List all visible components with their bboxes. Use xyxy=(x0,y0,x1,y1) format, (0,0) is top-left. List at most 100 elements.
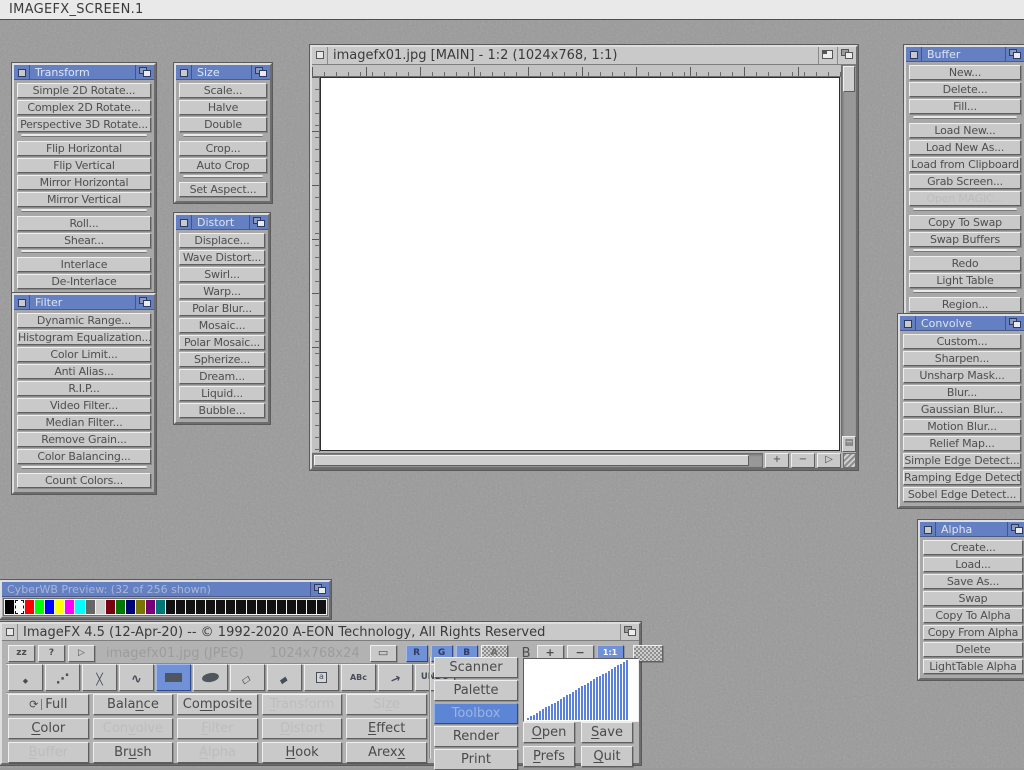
copy-to-alpha-button[interactable]: Copy To Alpha xyxy=(923,608,1023,623)
color-swatch-24[interactable] xyxy=(247,600,256,614)
composite-button[interactable]: Composite xyxy=(177,694,258,715)
perspective-3d-rotate-button[interactable]: Perspective 3D Rotate... xyxy=(17,117,151,132)
ellipse-tool[interactable] xyxy=(193,664,228,691)
r-i-p-button[interactable]: R.I.P... xyxy=(17,381,151,396)
shear-button[interactable]: Shear... xyxy=(17,233,151,248)
anti-alias-button[interactable]: Anti Alias... xyxy=(17,364,151,379)
palette-button[interactable]: Palette xyxy=(434,680,518,701)
region-button[interactable]: Region... xyxy=(909,297,1021,312)
dynamic-range-button[interactable]: Dynamic Range... xyxy=(17,313,151,328)
color-swatch-4[interactable] xyxy=(45,600,54,614)
alpha-panel-titlebar[interactable]: Alpha xyxy=(920,522,1024,537)
filter-panel-titlebar[interactable]: Filter xyxy=(14,295,154,310)
depth-icon[interactable] xyxy=(249,215,268,229)
zoom-gadget-icon[interactable] xyxy=(818,47,837,64)
fill-button[interactable]: Fill... xyxy=(909,99,1021,114)
mirror-vertical-button[interactable]: Mirror Vertical xyxy=(17,192,151,207)
color-swatch-22[interactable] xyxy=(226,600,235,614)
play-button[interactable]: ▷ xyxy=(817,453,841,468)
interlace-button[interactable]: Interlace xyxy=(17,257,151,272)
sleep-button[interactable]: zz xyxy=(8,645,35,662)
relief-map-button[interactable]: Relief Map... xyxy=(903,436,1021,451)
fill-tool[interactable] xyxy=(304,664,339,691)
box-tool[interactable] xyxy=(156,664,191,691)
open-button[interactable]: Open xyxy=(523,722,575,743)
color-swatch-15[interactable] xyxy=(156,600,165,614)
color-swatch-30[interactable] xyxy=(307,600,316,614)
prefs-button[interactable]: Prefs xyxy=(523,746,575,767)
color-limit-button[interactable]: Color Limit... xyxy=(17,347,151,362)
screen-mode-button[interactable]: ▭ xyxy=(370,645,397,662)
load-new-as-button[interactable]: Load New As... xyxy=(909,140,1021,155)
load-new-button[interactable]: Load New... xyxy=(909,123,1021,138)
color-swatch-23[interactable] xyxy=(236,600,245,614)
cyberwb-titlebar[interactable]: CyberWB Preview: (32 of 256 shown) xyxy=(2,582,329,597)
full-button[interactable]: ⟳Full xyxy=(8,694,89,715)
depth-icon[interactable] xyxy=(135,295,154,309)
mosaic-button[interactable]: Mosaic... xyxy=(179,318,265,333)
color-swatch-31[interactable] xyxy=(317,600,326,614)
simple-edge-detect-button[interactable]: Simple Edge Detect... xyxy=(903,453,1021,468)
load-button[interactable]: Load... xyxy=(923,557,1023,572)
color-swatch-26[interactable] xyxy=(267,600,276,614)
screen-titlebar[interactable]: IMAGEFX_SCREEN.1 xyxy=(0,0,1024,20)
balance-button[interactable]: Balance xyxy=(93,694,174,715)
polar-blur-button[interactable]: Polar Blur... xyxy=(179,301,265,316)
scanner-button[interactable]: Scanner xyxy=(434,657,518,678)
close-icon[interactable] xyxy=(2,624,18,640)
flip-horizontal-button[interactable]: Flip Horizontal xyxy=(17,141,151,156)
blur-button[interactable]: Blur... xyxy=(903,385,1021,400)
color-swatch-9[interactable] xyxy=(96,600,105,614)
color-swatch-10[interactable] xyxy=(106,600,115,614)
line-tool[interactable] xyxy=(82,664,117,691)
close-icon[interactable] xyxy=(906,47,922,61)
de-interlace-button[interactable]: De-Interlace xyxy=(17,274,151,289)
vertical-scrollbar-track[interactable] xyxy=(842,93,856,436)
swirl-button[interactable]: Swirl... xyxy=(179,267,265,282)
freehand-tool[interactable] xyxy=(267,664,302,691)
color-swatch-28[interactable] xyxy=(287,600,296,614)
median-filter-button[interactable]: Median Filter... xyxy=(17,415,151,430)
depth-icon[interactable] xyxy=(837,47,856,64)
count-colors-button[interactable]: Count Colors... xyxy=(17,473,151,488)
zoom-in-button[interactable]: + xyxy=(765,453,789,468)
video-filter-button[interactable]: Video Filter... xyxy=(17,398,151,413)
polar-mosaic-button[interactable]: Polar Mosaic... xyxy=(179,335,265,350)
size-panel-titlebar[interactable]: Size xyxy=(176,65,270,80)
horizontal-scrollbar-thumb[interactable] xyxy=(314,455,749,466)
color-swatch-19[interactable] xyxy=(196,600,205,614)
halve-button[interactable]: Halve xyxy=(179,100,267,115)
color-swatch-0[interactable] xyxy=(5,600,14,614)
new-button[interactable]: New... xyxy=(909,65,1021,80)
color-swatch-7[interactable] xyxy=(75,600,84,614)
airbrush-tool[interactable] xyxy=(45,664,80,691)
effect-button[interactable]: Effect xyxy=(346,718,427,739)
custom-button[interactable]: Custom... xyxy=(903,334,1021,349)
color-swatch-8[interactable] xyxy=(86,600,95,614)
delete-button[interactable]: Delete... xyxy=(909,82,1021,97)
ramping-edge-detect-button[interactable]: Ramping Edge Detect xyxy=(903,470,1021,485)
bubble-button[interactable]: Bubble... xyxy=(179,403,265,418)
displace-button[interactable]: Displace... xyxy=(179,233,265,248)
distort-panel-titlebar[interactable]: Distort xyxy=(176,215,268,230)
color-swatch-3[interactable] xyxy=(35,600,44,614)
remove-grain-button[interactable]: Remove Grain... xyxy=(17,432,151,447)
close-icon[interactable] xyxy=(14,295,30,309)
help-button[interactable]: ? xyxy=(38,645,65,662)
color-balancing-button[interactable]: Color Balancing... xyxy=(17,449,151,464)
save-button[interactable]: Save xyxy=(581,722,633,743)
arexx-button[interactable]: Arexx xyxy=(346,742,427,763)
create-button[interactable]: Create... xyxy=(923,540,1023,555)
color-swatch-18[interactable] xyxy=(186,600,195,614)
ruler-toggle-button[interactable]: ▤ xyxy=(842,436,856,452)
macro-play-button[interactable]: ▷ xyxy=(68,645,95,662)
roll-button[interactable]: Roll... xyxy=(17,216,151,231)
liquid-button[interactable]: Liquid... xyxy=(179,386,265,401)
light-table-button[interactable]: Light Table xyxy=(909,273,1021,288)
render-button[interactable]: Render xyxy=(434,726,518,747)
dot-tool[interactable] xyxy=(8,664,43,691)
vertical-scrollbar-thumb[interactable] xyxy=(843,66,855,92)
copy-to-swap-button[interactable]: Copy To Swap xyxy=(909,215,1021,230)
motion-blur-button[interactable]: Motion Blur... xyxy=(903,419,1021,434)
color-swatch-5[interactable] xyxy=(55,600,64,614)
